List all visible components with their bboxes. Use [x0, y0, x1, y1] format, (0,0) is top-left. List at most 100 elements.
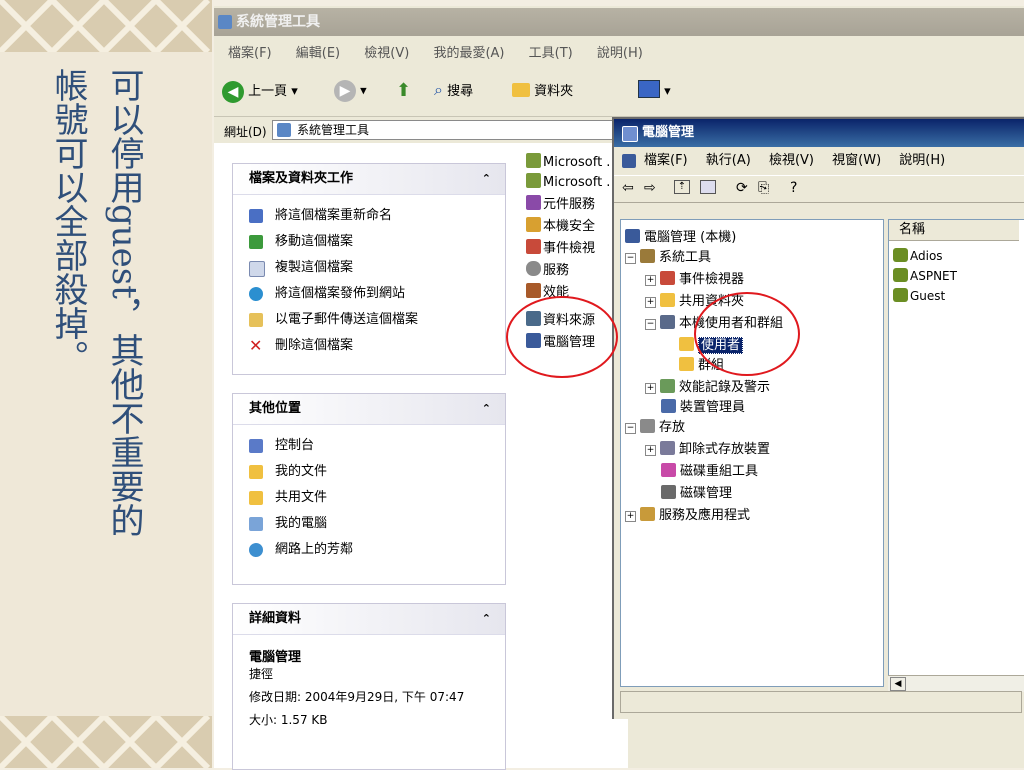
explorer-title-bar[interactable]: 系統管理工具	[214, 8, 1024, 36]
up-level-icon[interactable]: ⇡	[674, 180, 690, 194]
collapse-icon[interactable]: −	[645, 319, 656, 330]
expand-icon[interactable]: +	[645, 275, 656, 286]
shortcut-icon	[526, 173, 541, 188]
explorer-menu-bar: 檔案(F) 編輯(E) 檢視(V) 我的最愛(A) 工具(T) 說明(H)	[228, 42, 663, 61]
scroll-left-icon[interactable]: ◀	[890, 677, 906, 691]
tree-root[interactable]: 電腦管理 (本機)	[625, 226, 736, 245]
menu-file[interactable]: 檔案(F)	[228, 46, 272, 61]
tree-system-tools[interactable]: − 系統工具	[625, 246, 711, 265]
tree-services-apps[interactable]: + 服務及應用程式	[625, 504, 750, 523]
place-my-computer[interactable]: 我的電腦	[233, 511, 505, 537]
forward-button[interactable]: ▶ ▾	[334, 80, 367, 102]
move-icon	[249, 235, 263, 249]
cm-tree: 電腦管理 (本機) − 系統工具 + 事件檢視器 + 共用資料夾 − 本機使用者和群組 …	[620, 219, 884, 687]
tree-event-viewer[interactable]: + 事件檢視器	[645, 268, 744, 287]
horizontal-scrollbar[interactable]: ◀	[888, 675, 1024, 692]
computer-management-icon	[622, 126, 638, 142]
expand-icon[interactable]: +	[645, 445, 656, 456]
explorer-task-pane: 檔案及資料夾工作 ⌃ 將這個檔案重新命名 移動這個檔案 複製這個檔案 將這個檔案…	[214, 143, 520, 770]
user-icon	[893, 288, 908, 302]
users-groups-icon	[660, 315, 675, 329]
task-move[interactable]: 移動這個檔案	[233, 229, 505, 255]
collapse-chevron-icon[interactable]: ⌃	[482, 604, 491, 634]
column-header-name[interactable]: 名稱	[889, 220, 1019, 241]
cm-menu-help[interactable]: 說明(H)	[899, 153, 945, 168]
user-item-guest[interactable]: Guest	[893, 288, 945, 303]
cm-title-bar[interactable]: 電腦管理	[614, 119, 1024, 147]
details-header[interactable]: 詳細資料 ⌃	[233, 604, 505, 635]
tree-removable-storage[interactable]: + 卸除式存放裝置	[645, 438, 770, 457]
tree-perf-logs[interactable]: + 效能記錄及警示	[645, 376, 770, 395]
search-button[interactable]: ⌕ 搜尋	[434, 80, 473, 100]
place-shared-documents[interactable]: 共用文件	[233, 485, 505, 511]
storage-icon	[640, 419, 655, 433]
device-manager-icon	[661, 399, 676, 413]
control-panel-icon	[249, 439, 263, 453]
cm-menu-action[interactable]: 執行(A)	[706, 153, 751, 168]
delete-icon: ✕	[249, 336, 263, 355]
folders-button[interactable]: 資料夾	[512, 80, 573, 99]
back-arrow-icon[interactable]: ⇦	[622, 180, 634, 196]
menu-edit[interactable]: 編輯(E)	[296, 46, 340, 61]
place-network[interactable]: 網路上的芳鄰	[233, 537, 505, 563]
file-tasks-header[interactable]: 檔案及資料夾工作 ⌃	[233, 164, 505, 195]
tree-defrag[interactable]: 磁碟重組工具	[661, 460, 758, 479]
services-apps-icon	[640, 507, 655, 521]
performance-icon	[660, 379, 675, 393]
tree-disk-management[interactable]: 磁碟管理	[661, 482, 732, 501]
views-button[interactable]: ▾	[638, 80, 671, 99]
collapse-icon[interactable]: −	[625, 423, 636, 434]
expand-icon[interactable]: +	[645, 297, 656, 308]
tree-device-manager[interactable]: 裝置管理員	[661, 396, 745, 415]
highlight-circle-users	[694, 292, 800, 376]
show-tree-icon[interactable]	[700, 180, 716, 194]
cm-toolbar: ⇦ ⇨ ⇡ ⟳ ⎘ ?	[614, 175, 1024, 203]
cm-menu-file[interactable]: 檔案(F)	[644, 153, 688, 168]
menu-view[interactable]: 檢視(V)	[364, 46, 409, 61]
user-item[interactable]: ASPNET	[893, 268, 957, 283]
user-icon	[893, 268, 908, 282]
collapse-icon[interactable]: −	[625, 253, 636, 264]
expand-icon[interactable]: +	[645, 383, 656, 394]
task-rename[interactable]: 將這個檔案重新命名	[233, 203, 505, 229]
back-button[interactable]: ◀ 上一頁 ▾	[222, 80, 298, 103]
task-email[interactable]: 以電子郵件傳送這個檔案	[233, 307, 505, 333]
globe-icon	[249, 287, 263, 301]
address-input[interactable]: 系統管理工具	[272, 120, 638, 140]
user-icon	[893, 248, 908, 262]
other-places-panel: 其他位置 ⌃ 控制台 我的文件 共用文件 我的電腦 網路上的芳鄰	[232, 393, 506, 585]
details-type: 捷徑	[249, 667, 274, 681]
expand-icon[interactable]: +	[625, 511, 636, 522]
task-publish[interactable]: 將這個檔案發佈到網站	[233, 281, 505, 307]
export-icon[interactable]: ⎘	[758, 180, 769, 196]
place-control-panel[interactable]: 控制台	[233, 433, 505, 459]
details-modified: 修改日期: 2004年9月29日, 下午 07:47	[249, 690, 465, 704]
menu-help[interactable]: 說明(H)	[597, 46, 643, 61]
up-folder-icon[interactable]: ⬆	[396, 80, 411, 101]
menu-favorites[interactable]: 我的最愛(A)	[433, 46, 504, 61]
details-size: 大小: 1.57 KB	[249, 713, 328, 727]
tree-storage[interactable]: − 存放	[625, 416, 685, 435]
back-arrow-icon: ◀	[222, 80, 244, 103]
cm-menu-bar: 檔案(F) 執行(A) 檢視(V) 視窗(W) 說明(H)	[614, 147, 1024, 175]
task-delete[interactable]: ✕ 刪除這個檔案	[233, 333, 505, 359]
decorative-border-top	[0, 0, 212, 52]
refresh-icon[interactable]: ⟳	[736, 180, 748, 196]
collapse-chevron-icon[interactable]: ⌃	[482, 164, 491, 194]
place-my-documents[interactable]: 我的文件	[233, 459, 505, 485]
decorative-border-bottom	[0, 716, 212, 768]
computer-management-window: 電腦管理 檔案(F) 執行(A) 檢視(V) 視窗(W) 說明(H) ⇦ ⇨ ⇡…	[612, 117, 1024, 719]
cm-menu-window[interactable]: 視窗(W)	[832, 153, 881, 168]
collapse-chevron-icon[interactable]: ⌃	[482, 394, 491, 424]
user-item[interactable]: Adios	[893, 248, 943, 263]
cm-status-bar	[620, 691, 1022, 713]
other-places-header[interactable]: 其他位置 ⌃	[233, 394, 505, 425]
menu-tools[interactable]: 工具(T)	[529, 46, 573, 61]
help-icon[interactable]: ?	[790, 180, 797, 196]
forward-arrow-icon[interactable]: ⇨	[644, 180, 656, 196]
shortcut-icon	[526, 153, 541, 168]
address-label: 網址(D)	[224, 125, 267, 139]
task-copy[interactable]: 複製這個檔案	[233, 255, 505, 281]
cm-menu-view[interactable]: 檢視(V)	[769, 153, 814, 168]
explorer-title: 系統管理工具	[236, 14, 320, 30]
